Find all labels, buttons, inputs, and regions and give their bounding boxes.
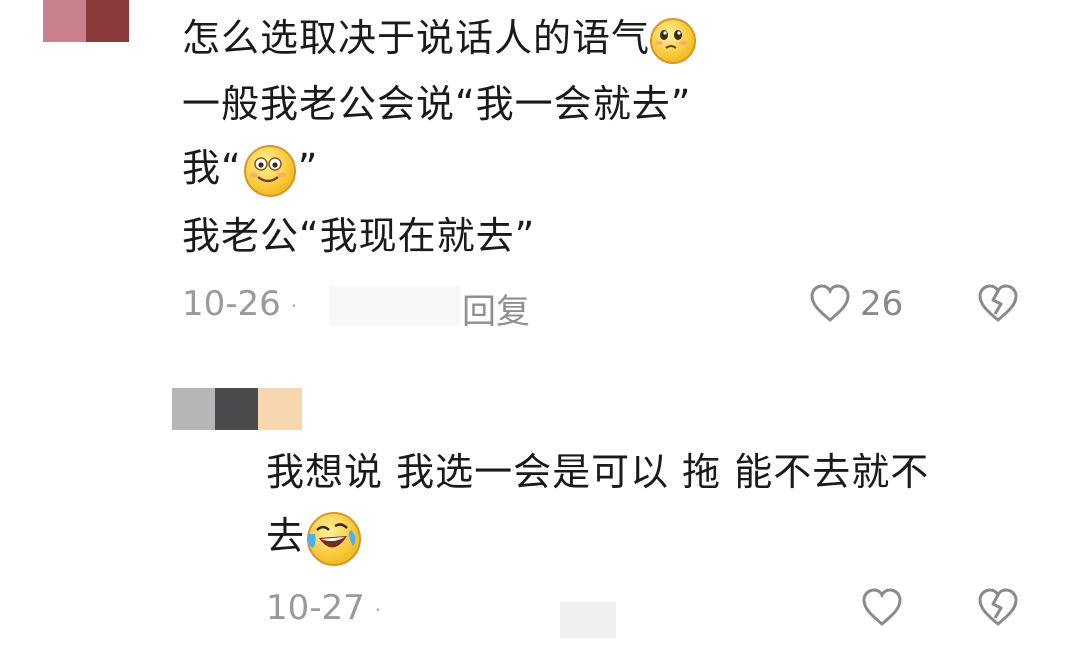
redacted-area: [560, 602, 616, 638]
pleading-face-icon: [650, 17, 697, 64]
separator-dot: ·: [290, 293, 298, 318]
broken-heart-icon: [976, 282, 1020, 326]
comment-date: 10-26 ·: [182, 284, 297, 324]
like-count: 26: [860, 284, 904, 324]
like-button[interactable]: 26: [808, 282, 903, 326]
comment-date: 10-27 ·: [266, 588, 381, 628]
date-text: 10-27: [266, 588, 365, 628]
comment-text-line: 我老公“我现在就去”: [182, 214, 536, 258]
comment-text-line: 我“ ”: [182, 140, 318, 197]
laughing-tears-icon: [307, 511, 362, 566]
comment-text: 去: [266, 514, 306, 558]
comment-text: 我“: [182, 146, 242, 190]
redacted-area: [330, 286, 460, 326]
avatar[interactable]: [43, 0, 129, 42]
heart-icon: [808, 282, 852, 326]
comment-text-line: 怎么选取决于说话人的语气: [182, 10, 697, 66]
comment-text-line: 我想说 我选一会是可以 拖 能不去就不: [266, 450, 930, 494]
comment-text: ”: [297, 146, 319, 190]
date-text: 10-26: [182, 284, 281, 324]
comment-text: 怎么选取决于说话人的语气: [182, 16, 651, 60]
smiling-face-icon: [243, 144, 296, 197]
like-button[interactable]: [860, 586, 904, 630]
dislike-button[interactable]: [976, 586, 1020, 630]
dislike-button[interactable]: [976, 282, 1020, 326]
comment-text-line: 去: [266, 508, 362, 566]
separator-dot: ·: [374, 597, 382, 622]
avatar[interactable]: [172, 388, 302, 430]
reply-button[interactable]: 回复: [462, 284, 530, 333]
comment-text-line: 一般我老公会说“我一会就去”: [182, 82, 692, 126]
broken-heart-icon: [976, 586, 1020, 630]
heart-icon: [860, 586, 904, 630]
